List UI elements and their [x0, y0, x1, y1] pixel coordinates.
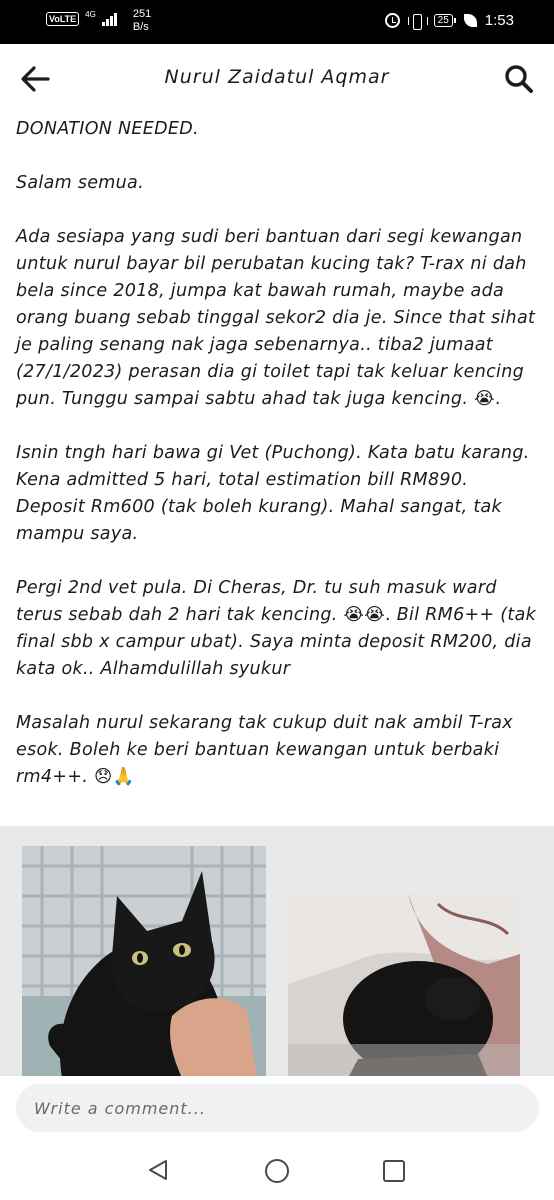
network-type: 4G [85, 10, 96, 19]
triangle-back-icon [149, 1160, 167, 1180]
cat-photo-1-image [22, 846, 266, 1078]
photo-gallery [0, 826, 554, 1078]
nav-back-button[interactable] [146, 1158, 170, 1182]
alarm-icon [384, 13, 400, 28]
top-app-bar: Nurul Zaidatul Aqmar [0, 44, 554, 114]
crying-emoji-pair: 😭😭. [343, 605, 391, 625]
network-speed: 251 B/s [133, 8, 151, 34]
post-paragraph-1-text: Ada sesiapa yang sudi beri bantuan dari … [16, 227, 536, 409]
post-paragraph-3: Pergi 2nd vet pula. Di Cheras, Dr. tu su… [16, 575, 540, 683]
battery-icon: 25 [433, 14, 456, 27]
cat-photo-2-image [288, 894, 520, 1078]
battery-level: 25 [433, 14, 453, 27]
post-heading: DONATION NEEDED. [16, 119, 199, 139]
status-right: 25 1:53 [384, 12, 514, 30]
circle-home-icon [265, 1159, 289, 1183]
comment-bar [0, 1076, 554, 1138]
vibrate-icon [407, 13, 428, 30]
photo-cat-basket[interactable] [22, 846, 266, 1078]
speed-value: 251 [132, 8, 152, 20]
network-type-label: 4G [85, 10, 96, 19]
status-left: VoLTE 4G 251 B/s [46, 8, 151, 34]
nav-home-button[interactable] [264, 1158, 290, 1184]
speed-unit: B/s [132, 21, 149, 33]
search-button[interactable] [502, 62, 536, 96]
post-paragraph-1: Ada sesiapa yang sudi beri bantuan dari … [16, 224, 540, 413]
crying-emoji: 😭. [474, 389, 501, 409]
nav-recents-button[interactable] [382, 1159, 406, 1183]
clock: 1:53 [484, 12, 514, 29]
search-icon [505, 65, 533, 93]
eco-leaf-icon [463, 14, 477, 27]
comment-input[interactable] [16, 1084, 539, 1132]
volte-badge: VoLTE [46, 12, 80, 26]
sad-pray-emoji: 😞🙏 [93, 767, 135, 787]
status-bar: VoLTE 4G 251 B/s 25 1:53 [0, 0, 554, 44]
signal-icon [101, 12, 117, 26]
photo-cat-curled[interactable] [288, 894, 520, 1078]
post-greeting: Salam semua. [16, 173, 144, 193]
square-recents-icon [383, 1160, 405, 1182]
system-nav-bar [0, 1138, 554, 1200]
post-paragraph-4: Masalah nurul sekarang tak cukup duit na… [16, 710, 540, 791]
post-body: DONATION NEEDED. Salam semua. Ada sesiap… [16, 116, 540, 791]
post-paragraph-2: Isnin tngh hari bawa gi Vet (Puchong). K… [16, 443, 530, 544]
post-paragraph-4-text: Masalah nurul sekarang tak cukup duit na… [16, 713, 513, 787]
page-title: Nurul Zaidatul Aqmar [164, 66, 390, 88]
